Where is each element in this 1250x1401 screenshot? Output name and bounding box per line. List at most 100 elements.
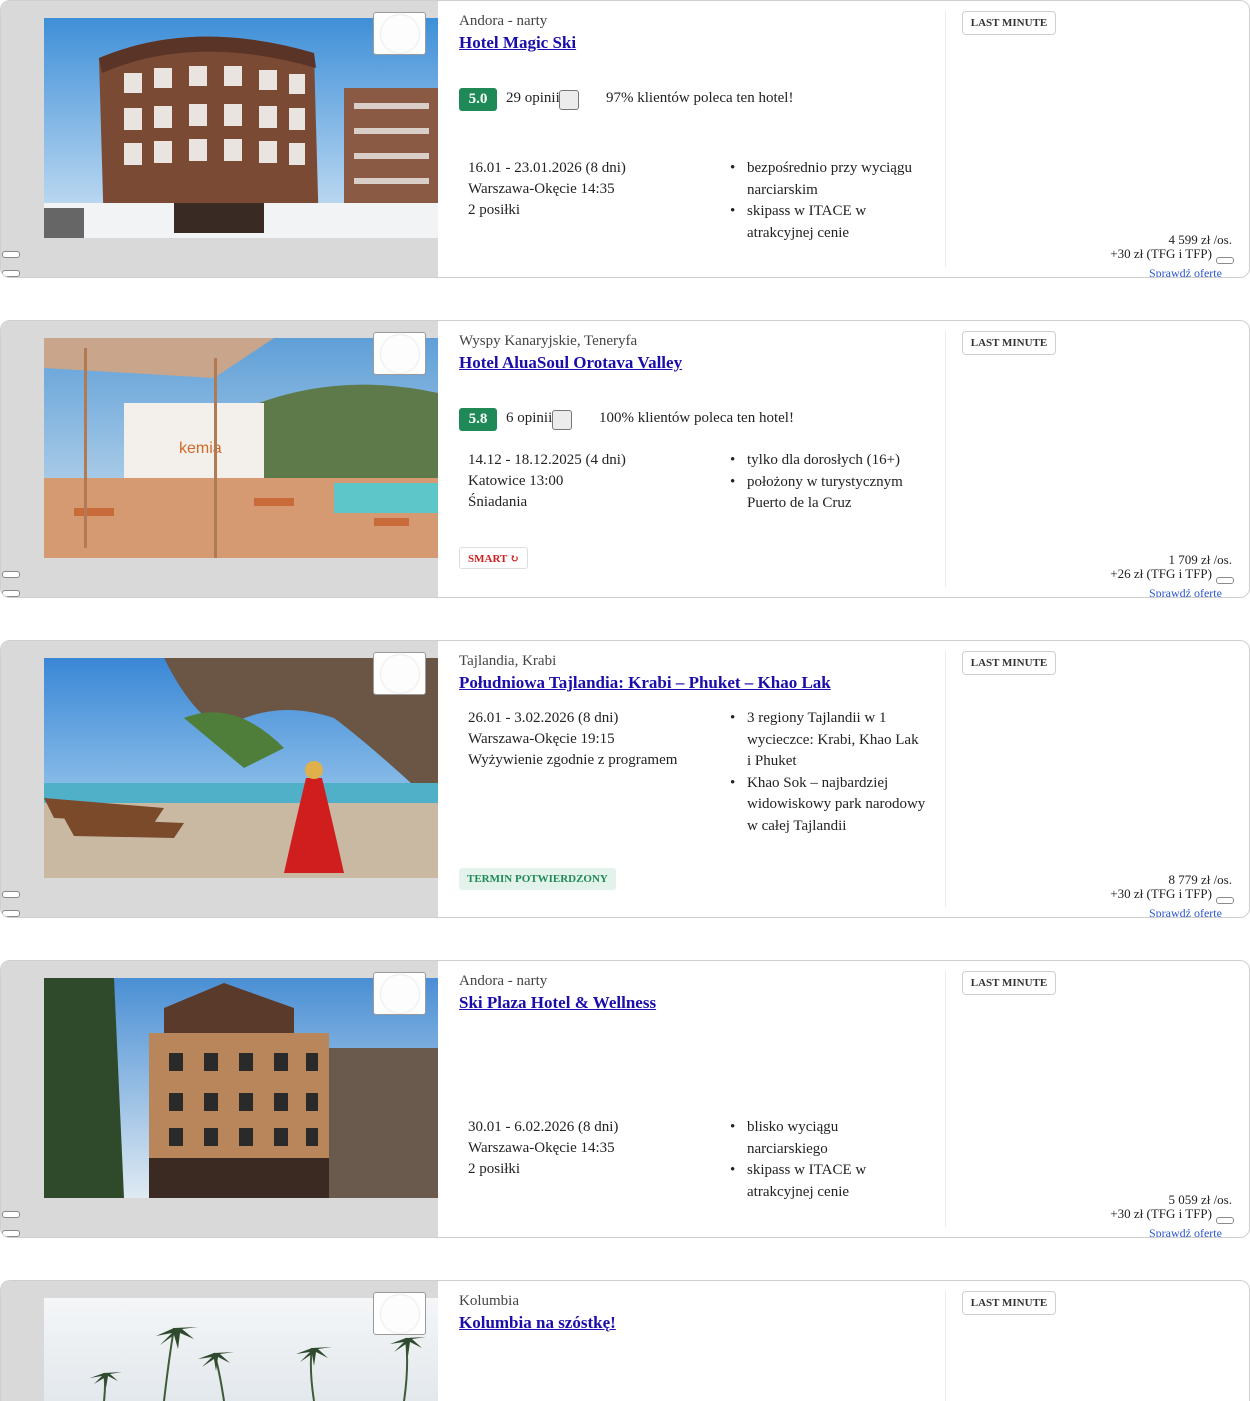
offer-departure: Warszawa-Okęcie 14:35: [468, 181, 615, 197]
offer-details: 26.01 - 3.02.2026 (8 dni) Warszawa-Okęci…: [468, 708, 677, 771]
check-offer-link[interactable]: Sprawdź ofertę: [1149, 1226, 1222, 1237]
offer-info: Andora - narty Ski Plaza Hotel & Wellnes…: [459, 961, 945, 1237]
gallery-next-button[interactable]: [2, 590, 20, 597]
offer-board: Śniadania: [468, 494, 528, 510]
info-icon[interactable]: [559, 90, 579, 110]
column-divider: [945, 11, 946, 267]
heart-icon: [381, 335, 419, 373]
hotel-name-link[interactable]: Hotel Magic Ski: [459, 33, 576, 53]
offer-info: Tajlandia, Krabi Południowa Tajlandia: K…: [459, 641, 945, 917]
check-offer-link[interactable]: Sprawdź ofertę: [1149, 906, 1222, 917]
favorite-button[interactable]: [373, 332, 426, 375]
column-divider: [945, 331, 946, 587]
feature-item: 3 regiony Tajlandii w 1wycieczce: Krabi,…: [730, 708, 926, 773]
favorite-button[interactable]: [373, 1292, 426, 1335]
favorite-button[interactable]: [373, 12, 426, 55]
feature-item: blisko wyciągunarciarskiego: [730, 1117, 926, 1160]
offer-card[interactable]: Kolumbia Kolumbia na szóstkę! LAST MINUT…: [0, 1280, 1250, 1401]
offer-location: Tajlandia, Krabi: [459, 653, 557, 669]
offer-location: Andora - narty: [459, 13, 548, 29]
offer-details: 16.01 - 23.01.2026 (8 dni) Warszawa-Okęc…: [468, 158, 626, 221]
rating-score: 5.0: [459, 88, 497, 111]
feature-item: bezpośrednio przy wyciągunarciarskim: [730, 158, 926, 201]
offer-info: Wyspy Kanaryjskie, Teneryfa Hotel AluaSo…: [459, 321, 945, 597]
feature-item: położony w turystycznymPuerto de la Cruz: [730, 472, 926, 515]
fee-note: +30 zł (TFG i TFP): [1110, 246, 1212, 261]
offer-departure: Warszawa-Okęcie 19:15: [468, 731, 615, 747]
feature-list: blisko wyciągunarciarskiego skipass w IT…: [730, 1117, 926, 1203]
offer-dates: 30.01 - 6.02.2026 (8 dni): [468, 1119, 619, 1135]
offer-media: [1, 1, 438, 277]
info-icon[interactable]: [552, 410, 572, 430]
offer-location: Andora - narty: [459, 973, 548, 989]
offer-media: [1, 1281, 438, 1401]
heart-icon: [381, 975, 419, 1013]
offer-details: 14.12 - 18.12.2025 (4 dni) Katowice 13:0…: [468, 450, 626, 513]
heart-icon: [381, 15, 419, 53]
offer-location: Wyspy Kanaryjskie, Teneryfa: [459, 333, 638, 349]
feature-item: skipass w ITACE watrakcyjnej cenie: [730, 1160, 926, 1203]
column-divider: [945, 1291, 946, 1401]
feature-item: skipass w ITACE watrakcyjnej cenie: [730, 201, 926, 244]
recommend-text: 97% klientów poleca ten hotel!: [606, 90, 794, 106]
offer-list: Andora - narty Hotel Magic Ski 5.0 29 op…: [0, 0, 1250, 1401]
fee-info-button[interactable]: [1216, 897, 1234, 904]
offer-card[interactable]: kemia Wyspy Kanaryjskie, Teneryfa Hotel …: [0, 320, 1250, 598]
check-offer-link[interactable]: Sprawdź ofertę: [1149, 266, 1222, 277]
fee-note: +30 zł (TFG i TFP): [1110, 1206, 1212, 1221]
gallery-prev-button[interactable]: [2, 1211, 20, 1218]
rating-score: 5.8: [459, 408, 497, 431]
gallery-prev-button[interactable]: [2, 891, 20, 898]
fee-note: +26 zł (TFG i TFP): [1110, 566, 1212, 581]
offer-card[interactable]: Andora - narty Ski Plaza Hotel & Wellnes…: [0, 960, 1250, 1238]
favorite-button[interactable]: [373, 972, 426, 1015]
hotel-name-link[interactable]: Ski Plaza Hotel & Wellness: [459, 993, 656, 1013]
last-minute-badge: LAST MINUTE: [962, 651, 1056, 675]
gallery-prev-button[interactable]: [2, 251, 20, 258]
feature-list: tylko dla dorosłych (16+) położony w tur…: [730, 450, 926, 515]
smart-badge: SMART ↻: [459, 547, 529, 569]
recommend-text: 100% klientów poleca ten hotel!: [599, 410, 794, 426]
offer-details: 30.01 - 6.02.2026 (8 dni) Warszawa-Okęci…: [468, 1117, 618, 1180]
rating-row: 5.8 6 opinii 100% klientów poleca ten ho…: [459, 408, 945, 432]
rating-row: 5.0 29 opinii 97% klientów poleca ten ho…: [459, 88, 945, 112]
offer-board: Wyżywienie zgodnie z programem: [468, 752, 678, 768]
fee-info-button[interactable]: [1216, 1217, 1234, 1224]
offer-card[interactable]: Andora - narty Hotel Magic Ski 5.0 29 op…: [0, 0, 1250, 278]
check-offer-link[interactable]: Sprawdź ofertę: [1149, 586, 1222, 597]
offer-card[interactable]: Tajlandia, Krabi Południowa Tajlandia: K…: [0, 640, 1250, 918]
feature-list: bezpośrednio przy wyciągunarciarskim ski…: [730, 158, 926, 244]
offer-departure: Katowice 13:00: [468, 473, 564, 489]
gallery-next-button[interactable]: [2, 1230, 20, 1237]
heart-icon: [381, 655, 419, 693]
offer-board: 2 posiłki: [468, 202, 521, 218]
fee-note: +30 zł (TFG i TFP): [1110, 886, 1212, 901]
hotel-name-link[interactable]: Południowa Tajlandia: Krabi – Phuket – K…: [459, 673, 831, 693]
confirmed-badge: TERMIN POTWIERDZONY: [459, 868, 616, 890]
last-minute-badge: LAST MINUTE: [962, 1291, 1056, 1315]
offer-departure: Warszawa-Okęcie 14:35: [468, 1140, 615, 1156]
offer-dates: 26.01 - 3.02.2026 (8 dni): [468, 710, 619, 726]
offer-info: Andora - narty Hotel Magic Ski 5.0 29 op…: [459, 1, 945, 277]
hotel-name-link[interactable]: Hotel AluaSoul Orotava Valley: [459, 353, 682, 373]
offer-dates: 16.01 - 23.01.2026 (8 dni): [468, 160, 626, 176]
last-minute-badge: LAST MINUTE: [962, 331, 1056, 355]
fee-info-button[interactable]: [1216, 577, 1234, 584]
offer-board: 2 posiłki: [468, 1161, 521, 1177]
heart-icon: [381, 1295, 419, 1333]
offer-dates: 14.12 - 18.12.2025 (4 dni): [468, 452, 626, 468]
last-minute-badge: LAST MINUTE: [962, 971, 1056, 995]
reviews-count[interactable]: 6 opinii: [506, 410, 552, 427]
feature-list: 3 regiony Tajlandii w 1wycieczce: Krabi,…: [730, 708, 926, 837]
offer-media: kemia: [1, 321, 438, 597]
hotel-name-link[interactable]: Kolumbia na szóstkę!: [459, 1313, 616, 1333]
reviews-count[interactable]: 29 opinii: [506, 90, 560, 107]
offer-media: [1, 641, 438, 917]
favorite-button[interactable]: [373, 652, 426, 695]
gallery-next-button[interactable]: [2, 270, 20, 277]
gallery-next-button[interactable]: [2, 910, 20, 917]
gallery-prev-button[interactable]: [2, 571, 20, 578]
column-divider: [945, 651, 946, 907]
column-divider: [945, 971, 946, 1227]
fee-info-button[interactable]: [1216, 257, 1234, 264]
